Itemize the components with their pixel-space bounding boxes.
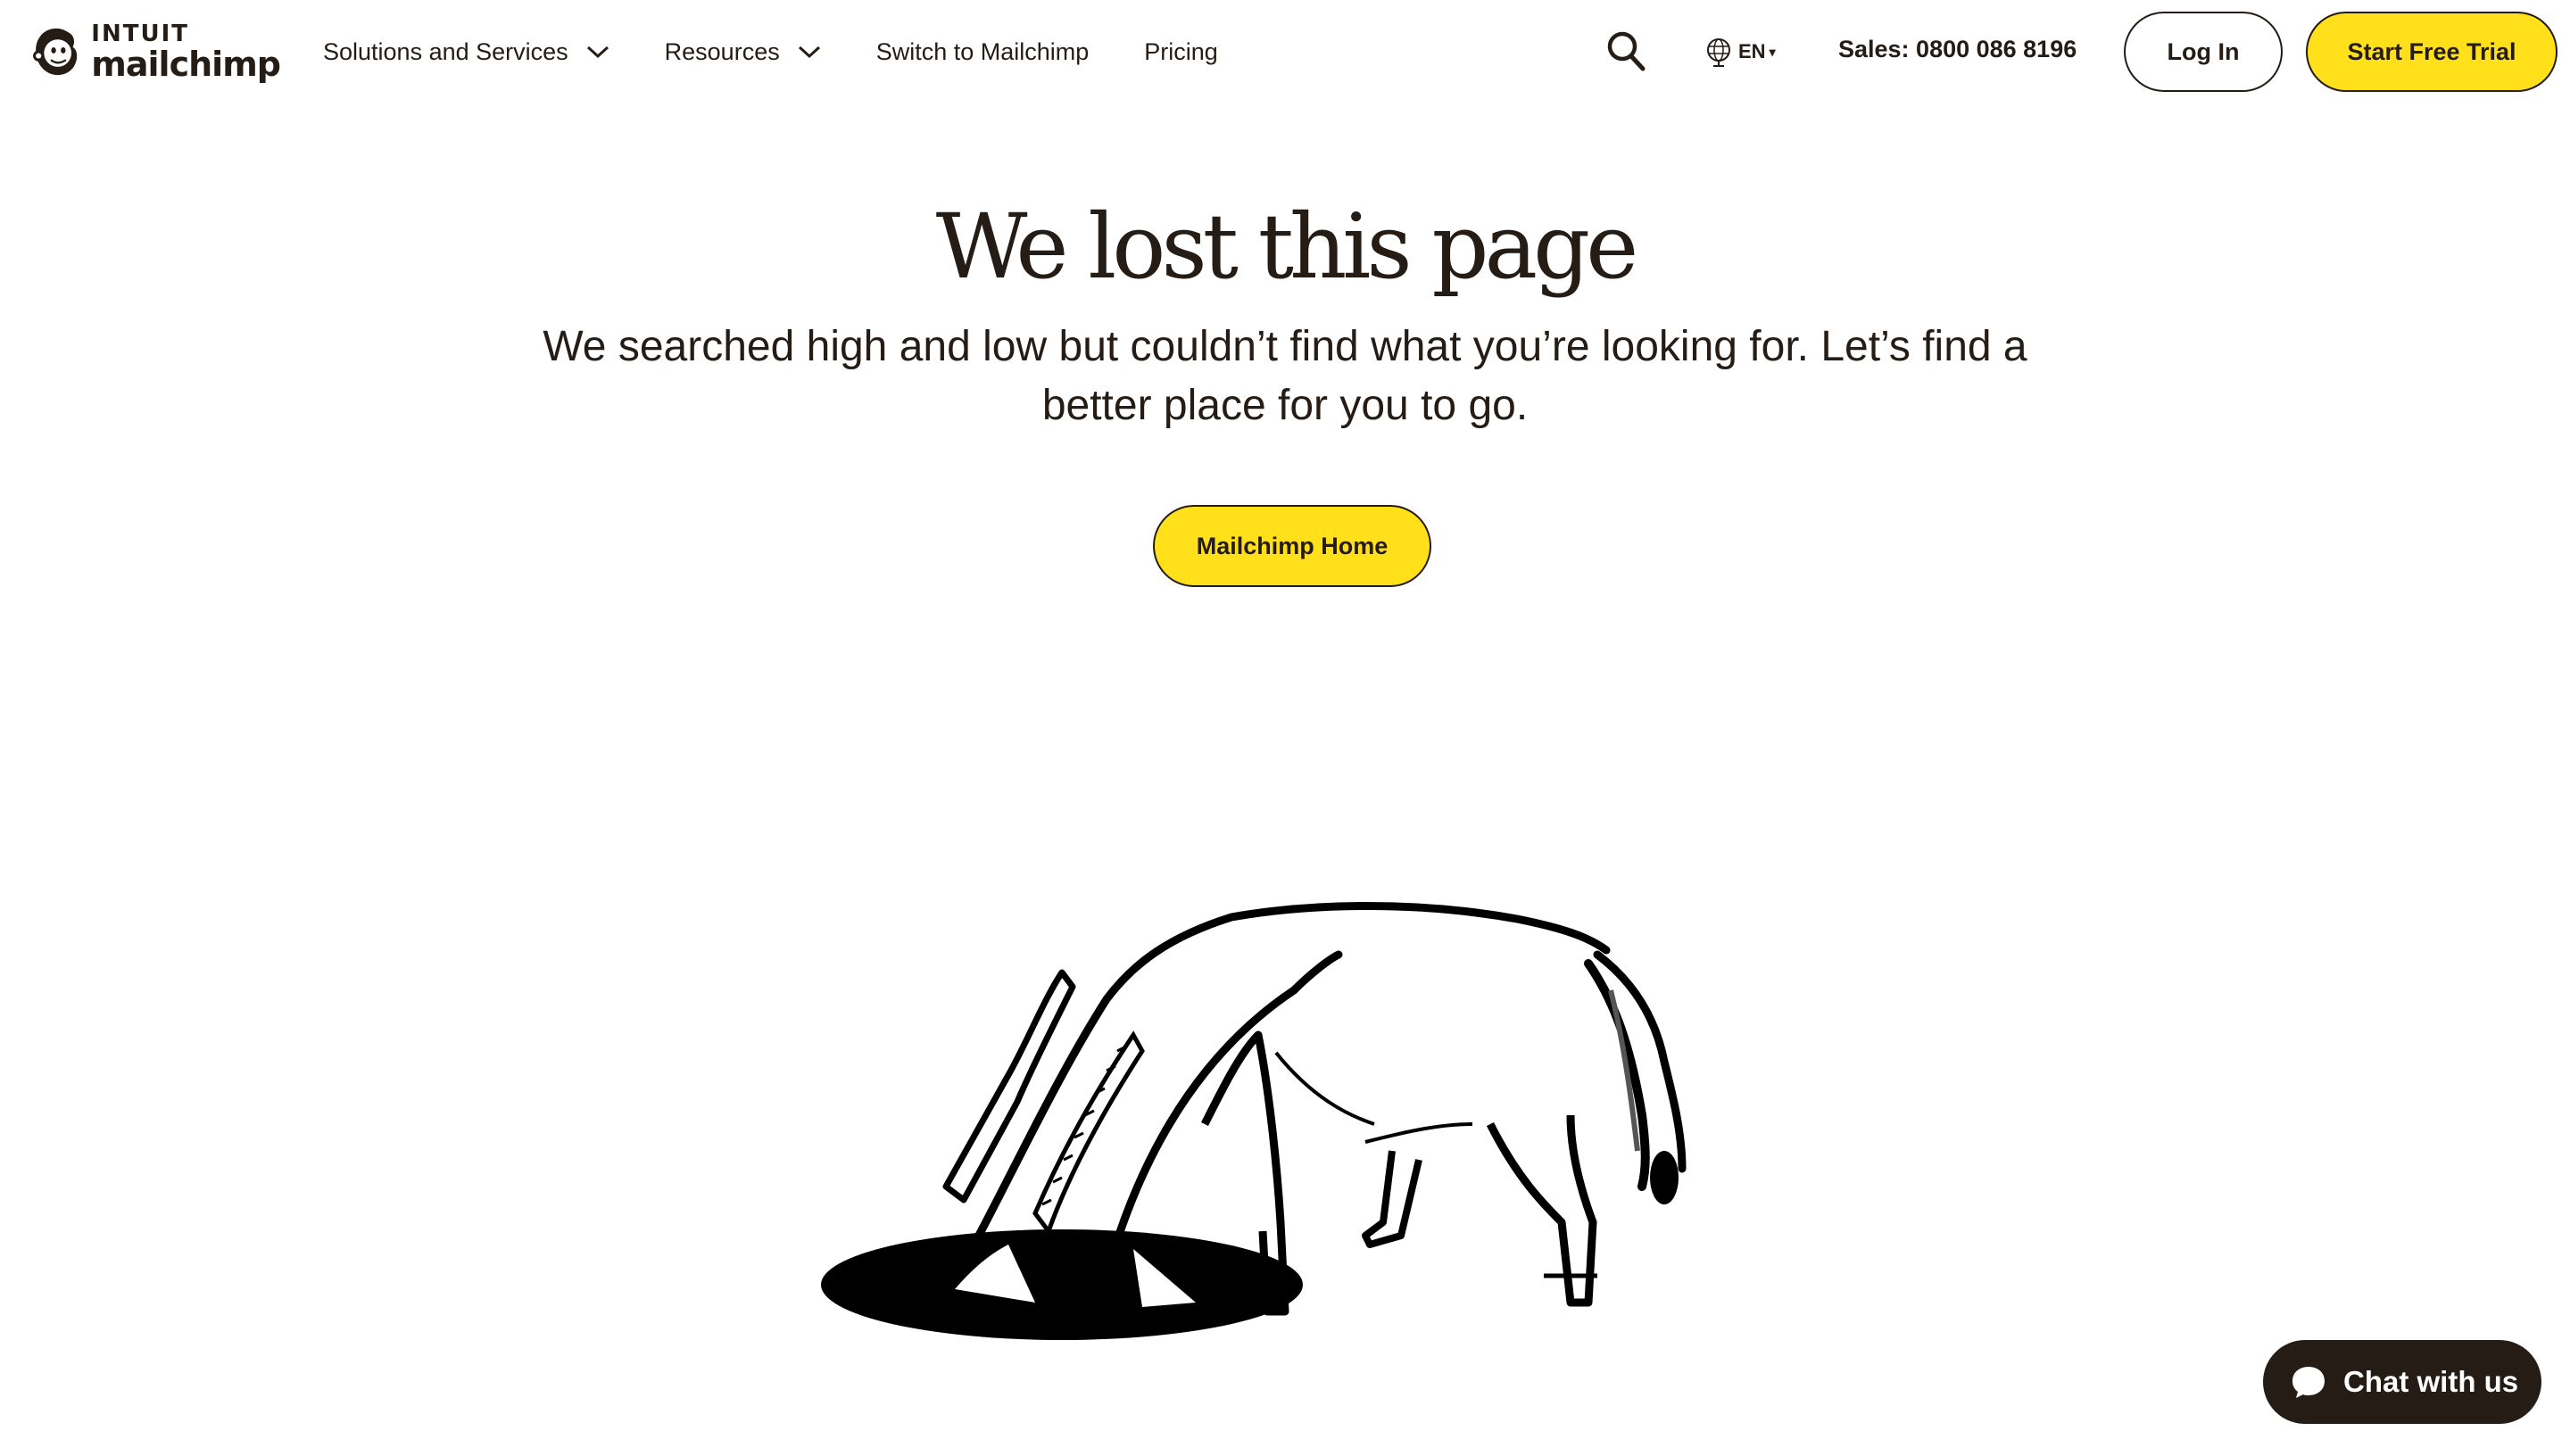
chimp-logo-icon [33, 28, 78, 76]
chevron-down-icon [586, 46, 609, 59]
logo-mailchimp-text: mailchimp [91, 45, 281, 84]
sales-phone[interactable]: Sales: 0800 086 8196 [1838, 36, 2077, 63]
nav-item-label: Switch to Mailchimp [875, 37, 1090, 65]
horse-head-in-hole-illustration [821, 902, 1687, 1340]
mailchimp-home-button[interactable]: Mailchimp Home [1153, 505, 1431, 587]
logo-intuit-text: INTUIT [91, 21, 189, 47]
language-dropdown-icon: ▾ [1769, 44, 1776, 59]
login-button[interactable]: Log In [2124, 12, 2283, 92]
nav-item-label: Pricing [1144, 37, 1218, 65]
globe-icon [1707, 38, 1730, 67]
site-header: INTUIT mailchimp Solutions and Services … [0, 0, 2570, 103]
language-code: EN [1738, 40, 1766, 62]
nav-item-label: Resources [664, 37, 780, 65]
nav-item-resources[interactable]: Resources [665, 38, 821, 66]
page-title: We lost this page [935, 194, 1639, 299]
search-icon[interactable] [1606, 30, 1646, 71]
main-nav: Solutions and Services Resources Switch … [323, 0, 1273, 103]
logo-wordmark: INTUIT mailchimp [91, 21, 281, 84]
chat-label: Chat with us [2343, 1365, 2519, 1398]
nav-item-pricing[interactable]: Pricing [1144, 38, 1218, 66]
chat-bubble-icon [2292, 1367, 2325, 1398]
page: INTUIT mailchimp Solutions and Services … [0, 0, 2570, 1456]
mailchimp-logo-link[interactable]: INTUIT mailchimp [30, 16, 281, 87]
chat-with-us-button[interactable]: Chat with us [2263, 1340, 2541, 1424]
language-selector[interactable]: EN ▾ [1704, 36, 1776, 68]
nav-item-label: Solutions and Services [323, 37, 568, 65]
nav-item-solutions[interactable]: Solutions and Services [323, 38, 609, 66]
chevron-down-icon [798, 46, 820, 59]
nav-item-switch[interactable]: Switch to Mailchimp [876, 38, 1090, 66]
start-free-trial-button[interactable]: Start Free Trial [2306, 12, 2558, 92]
page-subtitle: We searched high and low but couldn’t fi… [543, 323, 2027, 429]
